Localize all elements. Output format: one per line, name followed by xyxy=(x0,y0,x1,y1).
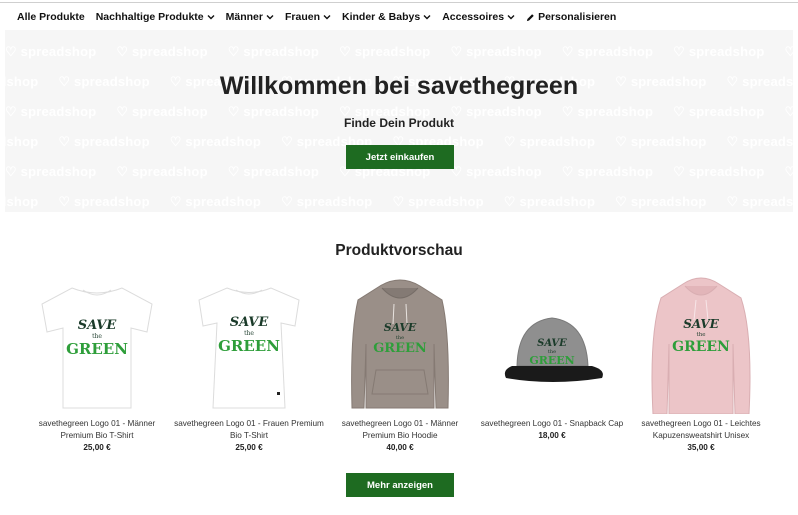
spreadshop-watermark: ♡ spreadshop xyxy=(673,164,765,179)
spreadshop-watermark: ♡ spreadshop xyxy=(5,164,97,179)
product-name[interactable]: savethegreen Logo 01 - Leichtes Kapuzens… xyxy=(626,418,776,442)
product-card[interactable]: SAVE the GREEN savethegreen Logo 01 - Leic… xyxy=(626,274,776,452)
nav-item-all-products[interactable]: Alle Produkte xyxy=(17,11,85,23)
spreadshop-watermark: ♡ spreadshop xyxy=(339,44,431,59)
spreadshop-watermark: ♡ spreadshop xyxy=(5,134,39,149)
nav-item-women[interactable]: Frauen xyxy=(285,11,331,23)
chevron-down-icon xyxy=(507,15,515,20)
hero-banner: ♡ spreadshop ♡ spreadshop ♡ spreadshop ♡ sp… xyxy=(5,30,793,212)
spreadshop-watermark: ♡ spreadshop xyxy=(5,44,97,59)
spreadshop-watermark: ♡ spreadshop xyxy=(561,44,654,59)
spreadshop-watermark: ♡ spreadshop xyxy=(561,164,654,179)
product-logo-text: GREEN xyxy=(529,354,574,367)
product-name[interactable]: savethegreen Logo 01 - Snapback Cap xyxy=(477,418,627,430)
spreadshop-watermark: ♡ spreadshop xyxy=(784,44,793,59)
product-price: 25,00 € xyxy=(83,443,111,452)
spreadshop-watermark: ♡ spreadshop xyxy=(503,134,596,149)
nav-item-men[interactable]: Männer xyxy=(226,11,274,23)
spreadshop-watermark: ♡ spreadshop xyxy=(58,194,150,209)
product-logo-text: SAVE xyxy=(78,318,118,333)
cap-image[interactable]: SAVEtheGREEN xyxy=(482,274,622,414)
product-name[interactable]: savethegreen Logo 01 - Frauen Premium Bi… xyxy=(174,418,324,442)
product-card[interactable]: SAVE the GREEN savethegreen Logo 01 - Männ… xyxy=(325,274,475,452)
spreadshop-watermark: ♡ spreadshop xyxy=(784,164,793,179)
product-logo-text: SAVE xyxy=(683,317,719,331)
chevron-down-icon xyxy=(266,15,274,20)
product-preview-list: SAVE the GREEN savethegreen Logo 01 - Männ… xyxy=(22,274,782,464)
pencil-icon xyxy=(526,13,534,21)
spreadshop-watermark: ♡ spreadshop xyxy=(5,194,39,209)
spreadshop-watermark: ♡ spreadshop xyxy=(116,44,208,59)
product-logo-text: GREEN xyxy=(672,339,730,355)
pattern-row: ♡ spreadshop ♡ spreadshop ♡ spreadshop ♡ sp… xyxy=(5,44,793,60)
chevron-down-icon xyxy=(423,15,431,20)
product-logo-text: SAVE xyxy=(537,338,567,349)
hero-subtitle: Finde Dein Produkt xyxy=(343,116,454,130)
spreadshop-watermark: ♡ spreadshop xyxy=(227,44,320,59)
spreadshop-watermark: ♡ spreadshop xyxy=(615,194,707,209)
product-card[interactable]: SAVE the GREEN savethegreen Logo 01 - Snap… xyxy=(477,274,627,440)
tshirt-image[interactable]: SAVEtheGREEN xyxy=(27,274,167,414)
nav-item-label: Frauen xyxy=(284,11,320,23)
spreadshop-watermark: ♡ spreadshop xyxy=(169,134,262,149)
shop-now-button[interactable]: Jetzt einkaufen xyxy=(346,145,454,169)
pattern-row: ♡ spreadshop ♡ spreadshop ♡ spreadshop ♡ sp… xyxy=(5,194,793,210)
product-logo-text: the xyxy=(244,330,254,337)
nav-item-label: Accessoires xyxy=(442,11,505,23)
light-hoodie-image[interactable]: SAVEtheGREEN xyxy=(631,274,771,414)
spreadshop-watermark: ♡ spreadshop xyxy=(503,194,596,209)
product-price: 18,00 € xyxy=(538,431,566,440)
spreadshop-watermark: ♡ spreadshop xyxy=(726,134,793,149)
spreadshop-watermark: ♡ spreadshop xyxy=(392,194,484,209)
hero-title: Willkommen bei savethegreen xyxy=(219,72,579,100)
product-logo-text: the xyxy=(92,333,102,340)
spreadshop-watermark: ♡ spreadshop xyxy=(116,164,208,179)
top-border xyxy=(0,0,798,3)
nav-item-accessories[interactable]: Accessoires xyxy=(442,11,515,23)
product-logo-text: SAVE xyxy=(384,321,417,334)
spreadshop-watermark: ♡ spreadshop xyxy=(726,194,793,209)
product-price: 40,00 € xyxy=(386,443,414,452)
product-logo-text: SAVE xyxy=(230,315,270,330)
spreadshop-watermark: ♡ spreadshop xyxy=(169,194,262,209)
tshirt-image[interactable]: SAVEtheGREEN xyxy=(179,274,319,414)
spreadshop-watermark: ♡ spreadshop xyxy=(227,164,320,179)
spreadshop-watermark: ♡ spreadshop xyxy=(58,134,150,149)
product-preview-title: Produktvorschau xyxy=(335,242,463,259)
spreadshop-watermark: ♡ spreadshop xyxy=(673,44,765,59)
product-logo-text: GREEN xyxy=(218,337,280,355)
product-logo-text: GREEN xyxy=(66,340,128,358)
nav-item-sustainable-products[interactable]: Nachhaltige Produkte xyxy=(96,11,215,23)
nav-item-label: Männer xyxy=(225,11,263,23)
show-more-button[interactable]: Mehr anzeigen xyxy=(346,473,454,497)
product-price: 25,00 € xyxy=(235,443,263,452)
nav-item-kids-babies[interactable]: Kinder & Babys xyxy=(342,11,431,23)
nav-item-label: Kinder & Babys xyxy=(342,11,421,23)
spreadshop-watermark: ♡ spreadshop xyxy=(615,134,707,149)
spreadshop-watermark: ♡ spreadshop xyxy=(450,164,542,179)
main-navigation: Alle Produkte Nachhaltige Produkte Männe… xyxy=(0,4,798,30)
chevron-down-icon xyxy=(323,15,331,20)
product-logo-text: GREEN xyxy=(373,341,427,356)
product-card[interactable]: SAVE the GREEN savethegreen Logo 01 - Frau… xyxy=(174,274,324,452)
hoodie-image[interactable]: SAVEtheGREEN xyxy=(330,274,470,414)
nav-item-label: Nachhaltige Produkte xyxy=(95,11,204,23)
product-price: 35,00 € xyxy=(687,443,715,452)
product-name[interactable]: savethegreen Logo 01 - Männer Premium Bi… xyxy=(22,418,172,442)
nav-item-label: Alle Produkte xyxy=(17,11,85,23)
product-logo-text: the xyxy=(696,332,705,338)
chevron-down-icon xyxy=(207,15,215,20)
spreadshop-watermark: ♡ spreadshop xyxy=(281,194,373,209)
product-card[interactable]: SAVE the GREEN savethegreen Logo 01 - Männ… xyxy=(22,274,172,452)
nav-item-personalize[interactable]: Personalisieren xyxy=(526,11,616,23)
product-name[interactable]: savethegreen Logo 01 - Männer Premium Bi… xyxy=(325,418,475,442)
spreadshop-watermark: ♡ spreadshop xyxy=(450,44,542,59)
nav-item-label: Personalisieren xyxy=(538,11,617,23)
